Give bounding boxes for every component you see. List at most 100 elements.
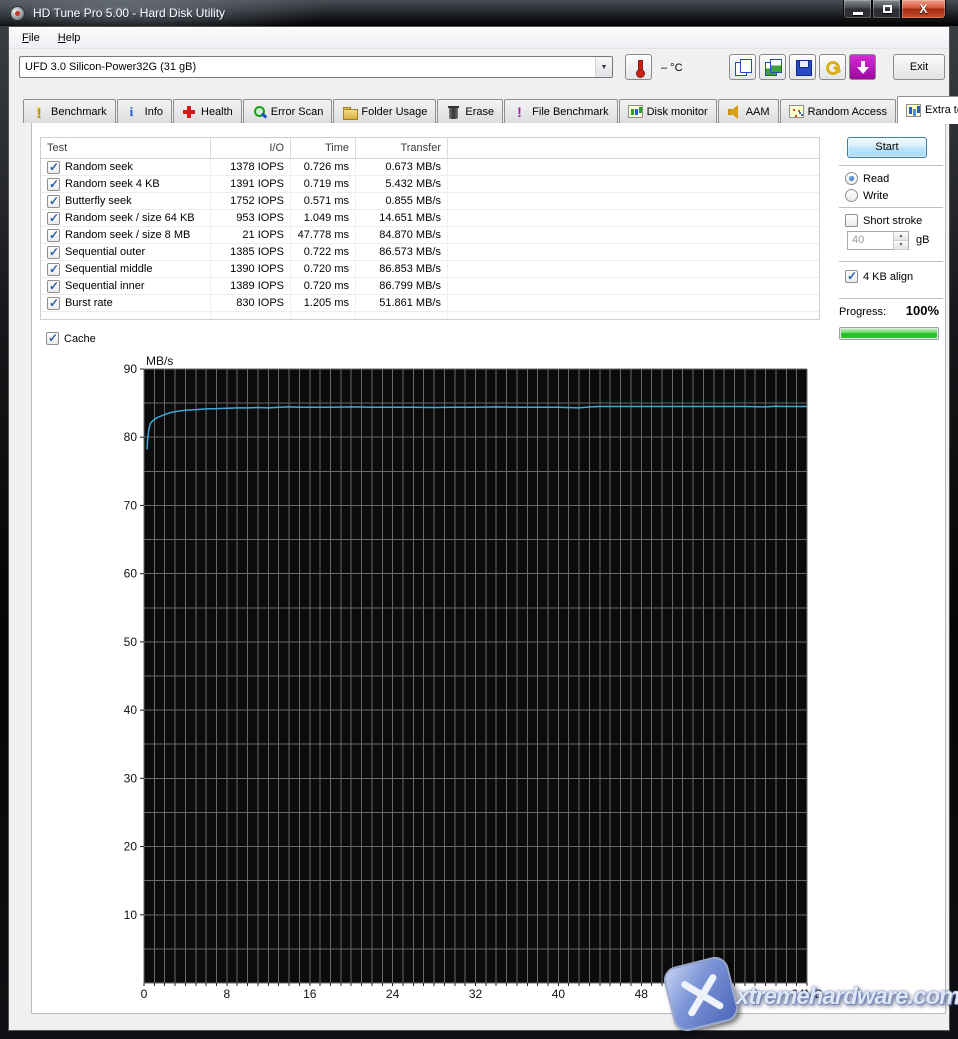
tab-health[interactable]: Health [173,99,242,123]
row-checkbox[interactable] [47,229,60,242]
radio-icon [845,189,858,202]
extra-tests-icon [906,104,921,117]
close-button[interactable]: X [901,0,946,19]
exit-button[interactable]: Exit [893,54,945,80]
tab-random-access[interactable]: Random Access [780,99,896,123]
table-header: Test I/O Time Transfer [41,138,819,159]
table-row: Random seek 1378 IOPS 0.726 ms 0.673 MB/… [41,159,819,176]
copy-text-button[interactable] [729,54,756,80]
svg-text:MB/s: MB/s [146,354,173,368]
row-checkbox[interactable] [47,178,60,191]
svg-text:16: 16 [303,987,317,1001]
tab-benchmark[interactable]: Benchmark [23,99,116,123]
separator [839,207,943,208]
tab-error-scan[interactable]: Error Scan [243,99,333,123]
table-row: Butterfly seek 1752 IOPS 0.571 ms 0.855 … [41,193,819,210]
menu-help[interactable]: Help [49,29,90,47]
svg-text:56: 56 [717,987,731,1001]
separator [839,165,943,166]
progress-bar [839,327,939,340]
tab-erase[interactable]: Erase [437,99,503,123]
header-io[interactable]: I/O [211,138,291,158]
tab-file-benchmark[interactable]: File Benchmark [504,99,617,123]
table-row: Sequential middle 1390 IOPS 0.720 ms 86.… [41,261,819,278]
header-time[interactable]: Time [291,138,356,158]
row-checkbox[interactable] [47,161,60,174]
options-button[interactable] [819,54,846,80]
radio-icon [845,172,858,185]
menu-file[interactable]: File [13,29,49,47]
row-checkbox[interactable] [47,297,60,310]
thermometer-icon [630,58,648,76]
start-button[interactable]: Start [847,137,927,158]
app-icon [10,6,25,21]
checkbox-icon [845,214,858,227]
row-checkbox[interactable] [47,263,60,276]
svg-text:50: 50 [124,635,138,649]
options-icon [824,58,842,76]
svg-text:20: 20 [124,840,138,854]
copy-image-button[interactable] [759,54,786,80]
tab-disk-monitor[interactable]: Disk monitor [619,99,717,123]
short-stroke-checkbox[interactable]: Short stroke [845,214,922,227]
svg-text:60: 60 [124,567,138,581]
header-transfer[interactable]: Transfer [356,138,448,158]
tab-extra-tests[interactable]: Extra tests [897,96,958,123]
tab-bar: Benchmark Info Health Error Scan Folder … [23,97,958,123]
svg-text:24: 24 [386,987,400,1001]
close-icon: X [902,2,945,16]
temperature-button[interactable] [625,54,652,80]
save-icon [794,58,812,76]
svg-text:8: 8 [224,987,231,1001]
svg-text:32: 32 [469,987,483,1001]
table-row: Random seek / size 64 KB 953 IOPS 1.049 … [41,210,819,227]
transfer-rate-chart: 9080706050403020100816243240485664MBMB/s [102,353,842,1011]
tab-folder-usage[interactable]: Folder Usage [333,99,436,123]
row-checkbox[interactable] [47,195,60,208]
read-radio[interactable]: Read [845,172,889,185]
progress-bar-fill [841,329,937,338]
stepper-down-icon[interactable]: ▼ [894,241,908,250]
tab-aam[interactable]: AAM [718,99,779,123]
copy-image-icon [764,58,782,76]
maximize-button[interactable] [872,0,901,19]
kb-align-checkbox[interactable]: 4 KB align [845,270,913,283]
stepper-unit-label: gB [916,234,929,246]
folder-icon [342,105,357,119]
svg-text:70: 70 [124,498,138,512]
toolbar: UFD 3.0 Silicon-Power32G (31 gB) ▼ – °C … [9,51,949,85]
short-stroke-size-stepper[interactable]: 40 ▲▼ [847,231,909,250]
temperature-value: – °C [661,62,683,74]
cache-checkbox[interactable]: Cache [46,332,96,345]
random-access-icon [789,105,804,118]
tab-info[interactable]: Info [117,99,172,123]
download-icon [854,58,872,76]
drive-select-dropdown[interactable]: UFD 3.0 Silicon-Power32G (31 gB) ▼ [19,56,613,78]
svg-text:64MB: 64MB [791,987,822,1001]
write-radio[interactable]: Write [845,189,888,202]
minimize-icon [853,12,863,15]
row-checkbox[interactable] [47,246,60,259]
header-test[interactable]: Test [41,138,211,158]
stepper-arrows[interactable]: ▲▼ [893,232,908,249]
file-benchmark-icon [513,105,528,119]
results-table: Test I/O Time Transfer Random seek 1378 … [40,137,820,320]
row-checkbox[interactable] [47,212,60,225]
error-scan-icon [252,105,267,119]
client-area: File Help UFD 3.0 Silicon-Power32G (31 g… [8,26,950,1031]
separator [839,261,943,262]
svg-text:40: 40 [552,987,566,1001]
menu-bar: File Help [9,27,949,49]
table-row: Sequential inner 1389 IOPS 0.720 ms 86.7… [41,278,819,295]
extra-tests-panel: Test I/O Time Transfer Random seek 1378 … [31,122,946,1014]
stepper-up-icon[interactable]: ▲ [894,232,908,241]
save-button[interactable] [789,54,816,80]
maximize-icon [883,5,892,13]
benchmark-icon [32,105,47,119]
chevron-down-icon: ▼ [595,57,612,77]
minimize-button[interactable] [843,0,872,19]
download-button[interactable] [849,54,876,80]
copy-text-icon [734,58,752,76]
disk-monitor-icon [628,105,643,118]
row-checkbox[interactable] [47,280,60,293]
